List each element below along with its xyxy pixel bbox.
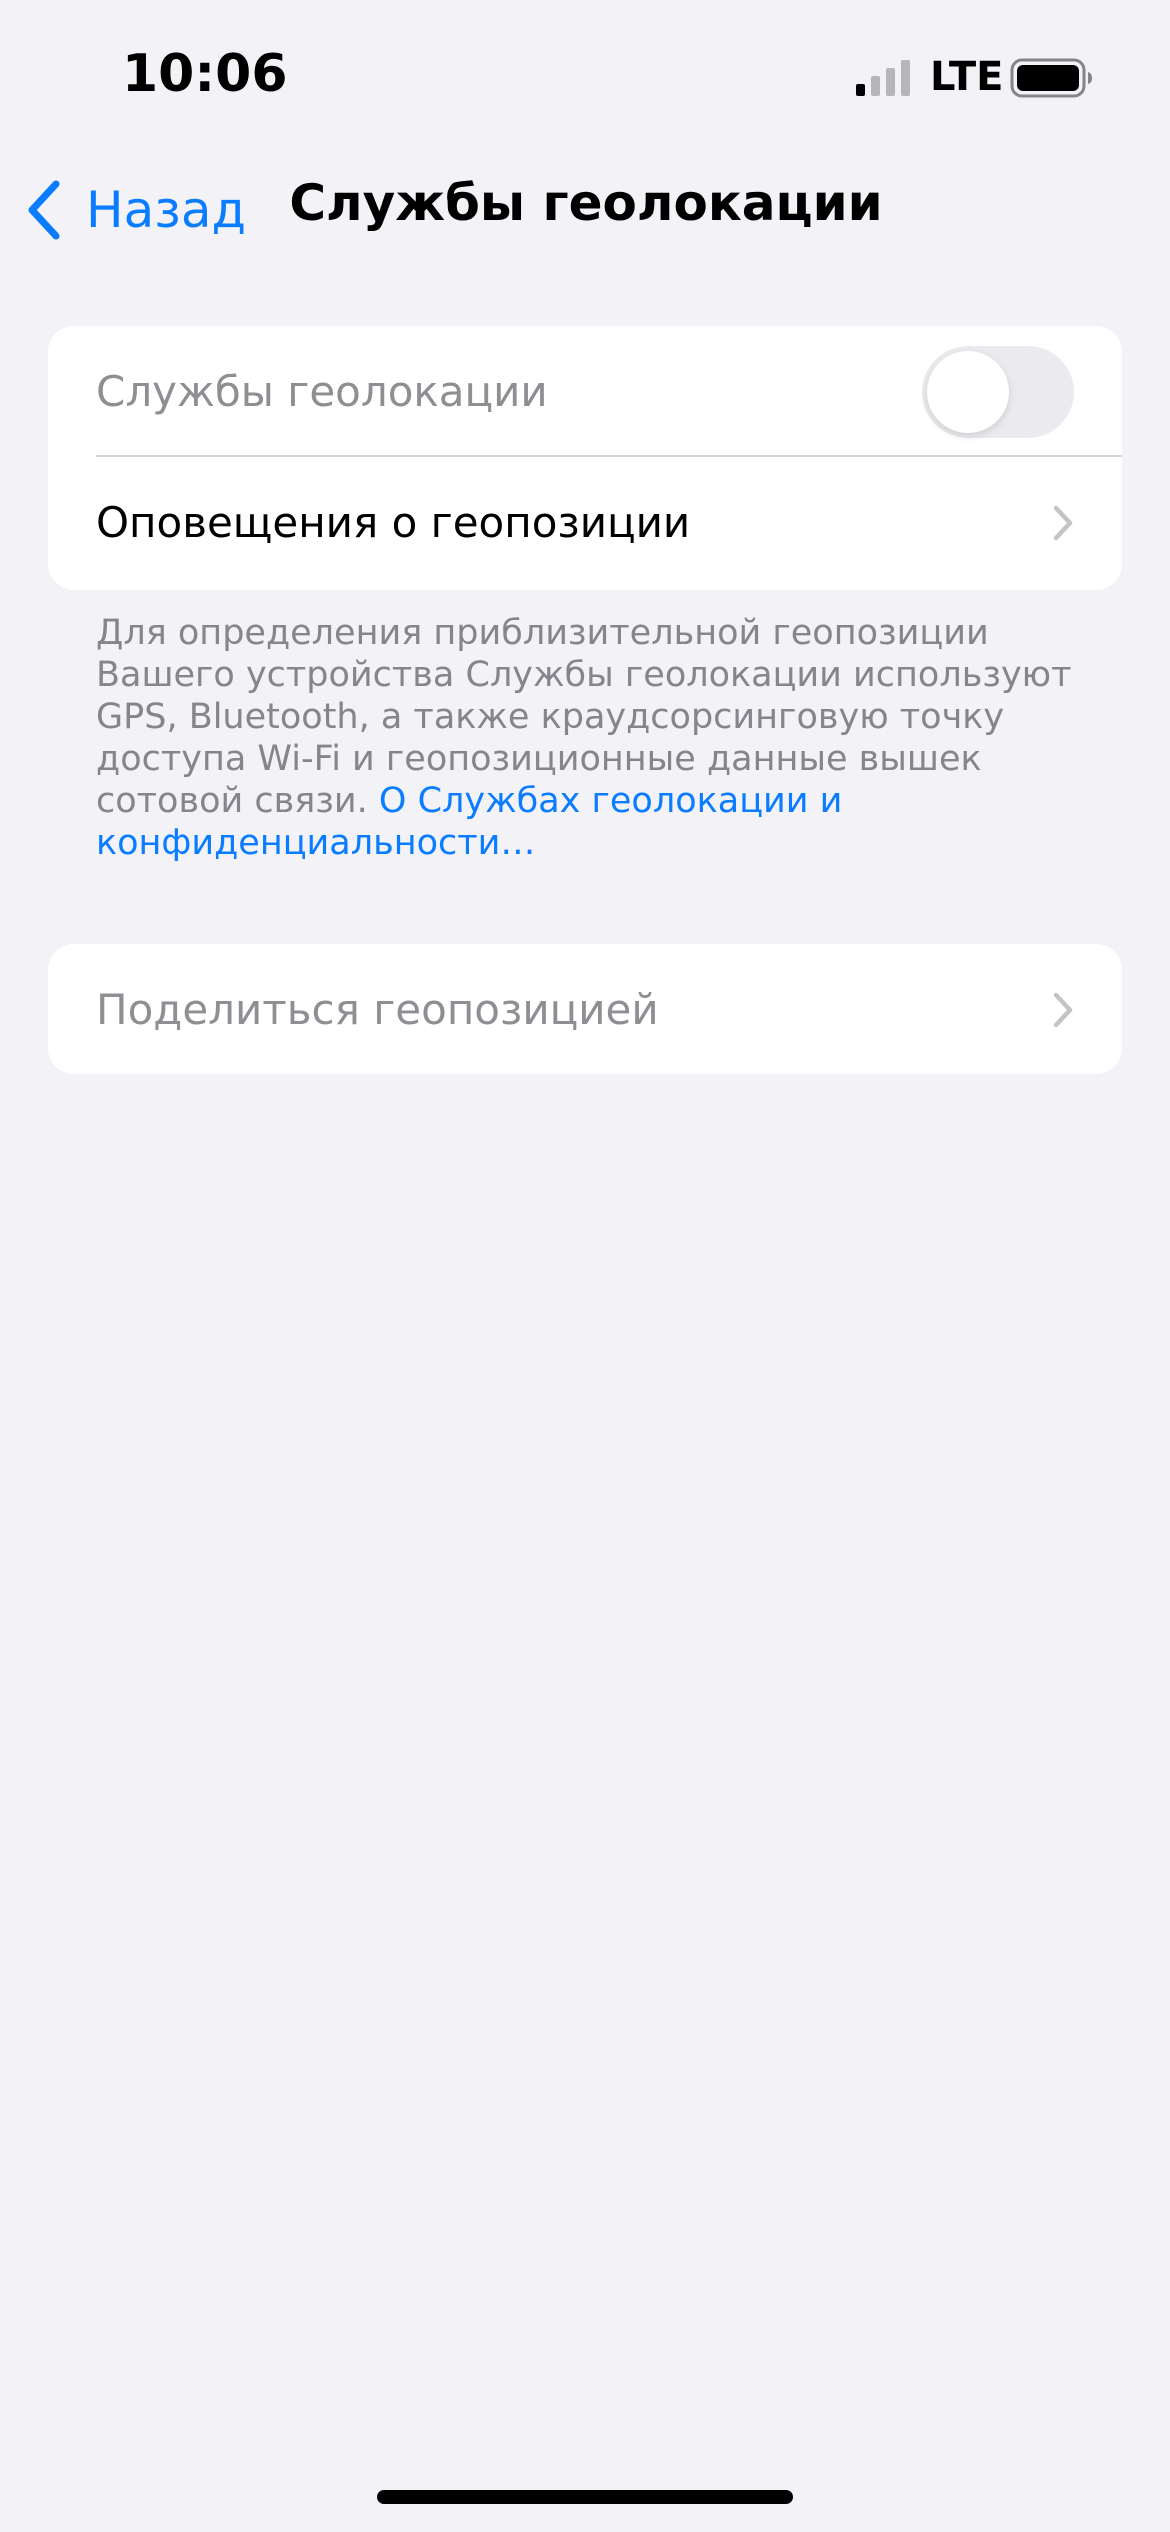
share-location-row[interactable]: Поделиться геопозицией <box>48 944 1122 1074</box>
home-indicator[interactable] <box>377 2490 793 2504</box>
location-alerts-row[interactable]: Оповещения о геопозиции <box>48 457 1122 588</box>
share-location-label: Поделиться геопозицией <box>96 985 659 1034</box>
location-alerts-label: Оповещения о геопозиции <box>96 498 691 547</box>
location-services-description: Для определения приблизительной геопозиц… <box>96 612 1096 864</box>
location-settings-group: Службы геолокации Оповещения о геопозици… <box>48 326 1122 590</box>
nav-bar: Назад Службы геолокации <box>0 160 1170 260</box>
chevron-right-icon <box>1053 992 1073 1027</box>
network-type: LTE <box>930 54 1004 100</box>
chevron-right-icon <box>1053 505 1073 540</box>
signal-icon <box>856 60 910 96</box>
location-services-toggle[interactable] <box>922 346 1074 438</box>
toggle-knob <box>927 351 1009 433</box>
page-title-text: Службы геолокации <box>289 174 883 232</box>
share-location-group: Поделиться геопозицией <box>48 944 1122 1074</box>
location-services-label: Службы геолокации <box>96 367 548 416</box>
location-services-row: Службы геолокации <box>48 326 1122 457</box>
page-title: Службы геолокации <box>0 174 1170 232</box>
status-bar: 10:06 LTE <box>0 0 1170 150</box>
battery-icon <box>1010 58 1092 98</box>
status-time: 10:06 <box>122 44 288 104</box>
